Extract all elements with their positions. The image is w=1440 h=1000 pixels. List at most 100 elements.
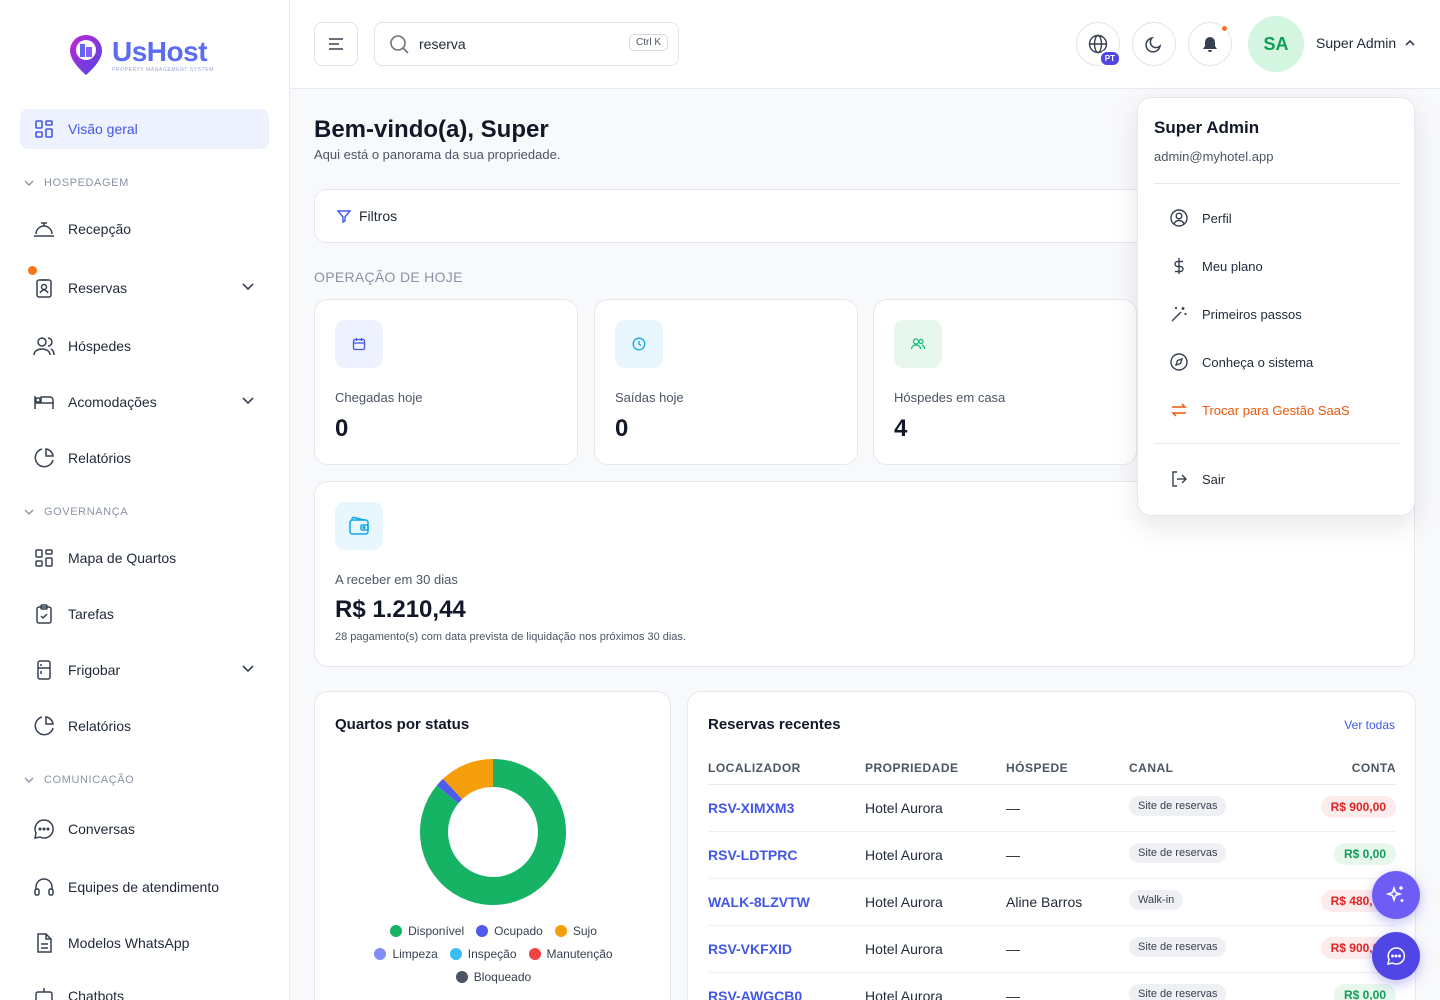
stat-label: Chegadas hoje <box>335 390 423 405</box>
sidebar-item-label: Relatórios <box>68 450 132 466</box>
guest-cell: — <box>1006 988 1020 1000</box>
legend-item-inspection[interactable]: Inspeção <box>449 947 517 961</box>
table-row[interactable]: RSV-LDTPRC Hotel Aurora — Site de reservas R… <box>708 832 1396 879</box>
menu-item-tour[interactable]: Conheça o sistema <box>1154 342 1400 382</box>
page-subtitle: Aqui está o panorama da sua propriedade. <box>314 147 561 162</box>
language-button[interactable]: PT <box>1076 22 1121 67</box>
channel-badge: Walk-in <box>1129 890 1184 910</box>
menu-item-logout[interactable]: Sair <box>1154 459 1400 499</box>
section-housekeeping[interactable]: GOVERNANÇA <box>24 506 128 518</box>
sidebar-item-label: Hóspedes <box>68 338 132 354</box>
sidebar-item-minibar[interactable]: Frigobar <box>20 650 269 690</box>
legend-item-occupied[interactable]: Ocupado <box>476 924 543 938</box>
sidebar-item-conversations[interactable]: Conversas <box>20 809 269 849</box>
legend-label: Manutenção <box>546 947 613 961</box>
menu-icon <box>329 38 343 50</box>
grid-icon <box>33 118 55 140</box>
page-title: Bem-vindo(a), Super <box>314 116 549 143</box>
see-all-link[interactable]: Ver todas <box>1344 718 1395 732</box>
column-header[interactable]: CONTA <box>1352 761 1396 775</box>
avatar[interactable]: SA <box>1248 16 1304 72</box>
legend-item-dirty[interactable]: Sujo <box>554 924 597 938</box>
notification-dot <box>1220 24 1229 33</box>
menu-item-plan[interactable]: Meu plano <box>1154 246 1400 286</box>
recent-reservations-card: Reservas recentes Ver todas LOCALIZADOR … <box>687 691 1416 1000</box>
ai-assistant-button[interactable] <box>1372 871 1420 919</box>
sidebar-item-reservations[interactable]: Reservas <box>20 266 269 308</box>
sidebar-item-whatsapp-templates[interactable]: Modelos WhatsApp <box>20 923 269 963</box>
sidebar-item-label: Frigobar <box>68 662 121 678</box>
column-header[interactable]: LOCALIZADOR <box>708 761 801 775</box>
sidebar-item-reception[interactable]: Recepção <box>20 209 269 249</box>
property-cell: Hotel Aurora <box>865 800 943 816</box>
sidebar-item-tasks[interactable]: Tarefas <box>20 594 269 634</box>
fridge-icon <box>33 659 55 681</box>
column-header[interactable]: HÓSPEDE <box>1006 761 1068 775</box>
chevron-down-icon <box>24 509 34 515</box>
clipboard-user-icon <box>33 277 55 299</box>
guest-cell: — <box>1006 800 1020 816</box>
reservation-code[interactable]: RSV-AWGCB0 <box>708 988 802 1000</box>
donut-slice-ocupado[interactable] <box>436 778 463 804</box>
legend-label: Limpeza <box>392 947 438 961</box>
search-input[interactable] <box>419 36 609 52</box>
sidebar-item-label: Relatórios <box>68 718 132 734</box>
stat-value: 0 <box>335 415 349 442</box>
reservation-code[interactable]: RSV-LDTPRC <box>708 847 797 863</box>
sidebar-item-label: Conversas <box>68 821 135 837</box>
divider <box>1154 443 1400 444</box>
guest-cell: — <box>1006 847 1020 863</box>
user-menu-toggle[interactable]: Super Admin <box>1316 35 1416 51</box>
sidebar-item-overview[interactable]: Visão geral <box>20 109 269 149</box>
chevron-down-icon <box>242 665 254 673</box>
column-header[interactable]: PROPRIEDADE <box>865 761 959 775</box>
legend-item-blocked[interactable]: Bloqueado <box>455 970 531 984</box>
users-icon <box>894 320 942 368</box>
legend-item-cleaning[interactable]: Limpeza <box>374 947 438 961</box>
table-row[interactable]: RSV-XIMXM3 Hotel Aurora — Site de reservas R… <box>708 785 1396 832</box>
legend-item-maintenance[interactable]: Manutenção <box>528 947 613 961</box>
chat-support-button[interactable] <box>1372 932 1420 980</box>
menu-item-switch-saas[interactable]: Trocar para Gestão SaaS <box>1154 390 1400 430</box>
menu-toggle-button[interactable] <box>314 22 358 66</box>
user-name: Super Admin <box>1316 35 1397 51</box>
pie-chart-icon <box>33 447 55 469</box>
menu-item-profile[interactable]: Perfil <box>1154 198 1400 238</box>
sidebar-item-reports-housekeeping[interactable]: Relatórios <box>20 706 269 746</box>
bell-desk-icon <box>33 218 55 240</box>
stat-card-departures: Saídas hoje 0 <box>594 299 858 465</box>
receivable-value: R$ 1.210,44 <box>335 596 466 623</box>
sidebar-item-label: Modelos WhatsApp <box>68 935 190 951</box>
table-row[interactable]: RSV-VKFXID Hotel Aurora — Site de reservas R… <box>708 926 1396 973</box>
section-lodging[interactable]: HOSPEDAGEM <box>24 177 129 189</box>
sidebar-item-support-teams[interactable]: Equipes de atendimento <box>20 867 269 907</box>
app-logo[interactable]: UsHost PROPERTY MANAGEMENT SYSTEM <box>68 33 214 77</box>
donut-slice-sujo[interactable] <box>443 759 494 800</box>
dropdown-user-name: Super Admin <box>1154 118 1260 137</box>
reservation-code[interactable]: RSV-VKFXID <box>708 941 792 957</box>
legend-label: Disponível <box>408 924 465 938</box>
chat-bubble-icon <box>1387 947 1406 965</box>
users-icon <box>33 335 55 357</box>
notifications-button[interactable] <box>1188 22 1232 66</box>
legend-item-available[interactable]: Disponível <box>390 924 464 938</box>
table-header: LOCALIZADOR PROPRIEDADE HÓSPEDE CANAL CO… <box>708 761 1396 785</box>
table-row[interactable]: WALK-8LZVTW Hotel Aurora Aline Barros Walk-… <box>708 879 1396 926</box>
receivable-label: A receber em 30 dias <box>335 572 458 587</box>
sidebar-item-accommodations[interactable]: Acomodações <box>20 382 269 422</box>
search-box[interactable]: Ctrl K <box>374 22 679 66</box>
table-row[interactable]: RSV-AWGCB0 Hotel Aurora — Site de reservas R… <box>708 973 1396 1000</box>
column-header[interactable]: CANAL <box>1129 761 1174 775</box>
reservation-code[interactable]: RSV-XIMXM3 <box>708 800 794 816</box>
sidebar-item-guests[interactable]: Hóspedes <box>20 326 269 366</box>
clipboard-check-icon <box>33 603 55 625</box>
menu-item-label: Sair <box>1202 471 1226 487</box>
sidebar-item-reports[interactable]: Relatórios <box>20 438 269 478</box>
reservation-code[interactable]: WALK-8LZVTW <box>708 894 810 910</box>
menu-item-getting-started[interactable]: Primeiros passos <box>1154 294 1400 334</box>
sidebar-item-chatbots[interactable]: Chatbots <box>20 976 269 1000</box>
theme-toggle-button[interactable] <box>1132 22 1176 66</box>
sidebar-item-room-map[interactable]: Mapa de Quartos <box>20 538 269 578</box>
property-cell: Hotel Aurora <box>865 988 943 1000</box>
section-communication[interactable]: COMUNICAÇÃO <box>24 774 134 786</box>
